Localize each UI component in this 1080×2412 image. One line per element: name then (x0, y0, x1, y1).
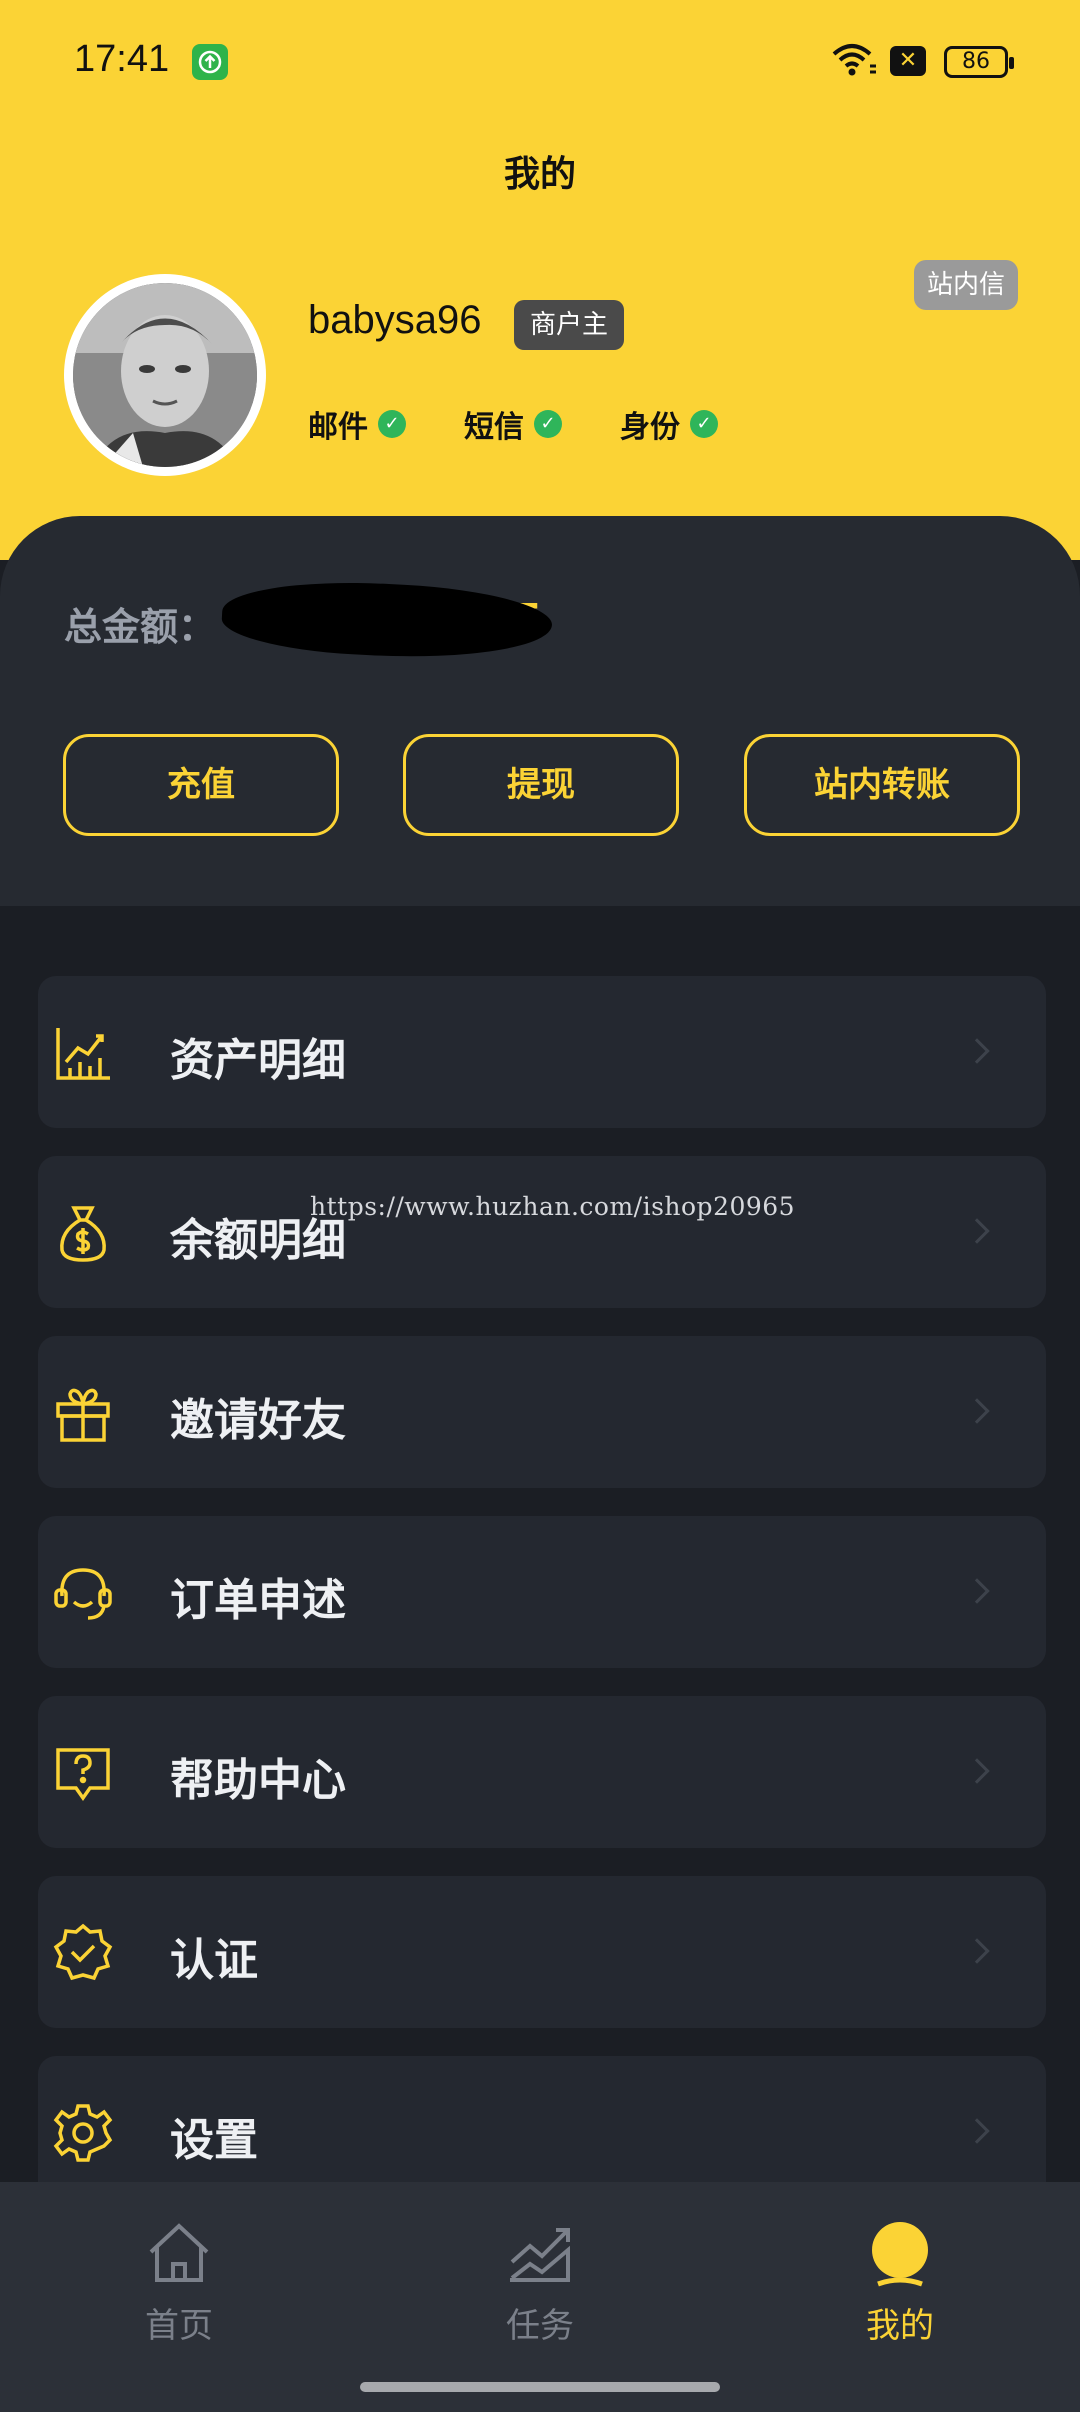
check-icon: ✓ (378, 410, 406, 438)
status-time: 17:41 (74, 38, 170, 80)
verify-identity-label: 身份 (620, 410, 680, 445)
chevron-right-icon (964, 1578, 990, 1604)
bottom-tab-bar: 首页 任务 我的 (0, 2182, 1080, 2412)
verify-email: 邮件 ✓ (308, 404, 406, 445)
verified-badge-icon (52, 1922, 114, 1984)
role-badge: 商户主 (514, 300, 625, 350)
recharge-button[interactable]: 充值 (63, 734, 339, 836)
gift-icon (52, 1382, 114, 1444)
status-bar: 17:41 ✕ 86 (0, 0, 1080, 125)
profile-icon (864, 2218, 936, 2290)
menu-item-asset-details[interactable]: 资产明细 (38, 976, 1046, 1128)
avatar-photo (73, 283, 257, 467)
chevron-right-icon (964, 2118, 990, 2144)
menu-item-order-appeal[interactable]: 订单申述 (38, 1516, 1046, 1668)
tab-tasks-label: 任务 (506, 2306, 574, 2346)
check-icon: ✓ (534, 410, 562, 438)
menu-label: 认证 (170, 1935, 258, 1986)
username: babysa96 (308, 298, 482, 342)
menu-label: 邀请好友 (170, 1395, 346, 1446)
menu-item-balance-details[interactable]: 余额明细 (38, 1156, 1046, 1308)
transfer-button[interactable]: 站内转账 (744, 734, 1020, 836)
total-amount-label: 总金额： (64, 605, 217, 649)
trend-icon (504, 2218, 576, 2290)
chevron-right-icon (964, 1398, 990, 1424)
menu-item-invite-friends[interactable]: 邀请好友 (38, 1336, 1046, 1488)
avatar[interactable] (64, 274, 266, 476)
menu-label: 设置 (170, 2115, 258, 2166)
menu-label: 订单申述 (170, 1575, 346, 1626)
money-bag-icon (52, 1202, 114, 1264)
chevron-right-icon (964, 1938, 990, 1964)
tab-tasks[interactable]: 任务 (440, 2218, 640, 2347)
page-title: 我的 (503, 154, 576, 195)
menu-item-verification[interactable]: 认证 (38, 1876, 1046, 2028)
verify-identity: 身份 ✓ (620, 404, 718, 445)
chevron-right-icon (964, 1758, 990, 1784)
verify-sms: 短信 ✓ (464, 404, 562, 445)
tab-profile[interactable]: 我的 (800, 2218, 1000, 2347)
menu-item-help-center[interactable]: 帮助中心 (38, 1696, 1046, 1848)
withdraw-button[interactable]: 提现 (403, 734, 679, 836)
gear-icon (52, 2102, 114, 2164)
watermark-text: https://www.huzhan.com/ishop20965 (310, 1192, 796, 1221)
chevron-right-icon (964, 1038, 990, 1064)
headset-icon (52, 1562, 114, 1624)
menu-label: 资产明细 (170, 1035, 346, 1086)
app-notification-icon (192, 44, 228, 80)
home-icon (143, 2218, 215, 2290)
chart-icon (52, 1022, 114, 1084)
tab-profile-label: 我的 (866, 2306, 934, 2346)
redaction-mark (220, 575, 554, 665)
verify-email-label: 邮件 (308, 410, 368, 445)
tab-home-label: 首页 (145, 2306, 213, 2346)
battery-icon: 86 (944, 46, 1014, 78)
chevron-right-icon (964, 1218, 990, 1244)
sim-x-icon: ✕ (890, 46, 926, 76)
check-icon: ✓ (690, 410, 718, 438)
tab-home[interactable]: 首页 (79, 2218, 279, 2347)
verify-sms-label: 短信 (464, 410, 524, 445)
help-icon (52, 1742, 114, 1804)
wallet-panel: 总金额： DT 充值 提现 站内转账 (0, 516, 1080, 906)
profile-header: 17:41 ✕ 86 我的 babysa96 商户主 站内信 邮件 ✓ 短信 ✓… (0, 0, 1080, 560)
home-indicator (360, 2382, 720, 2392)
inbox-button[interactable]: 站内信 (914, 260, 1018, 310)
wifi-icon (830, 40, 880, 80)
menu-label: 帮助中心 (170, 1755, 346, 1806)
